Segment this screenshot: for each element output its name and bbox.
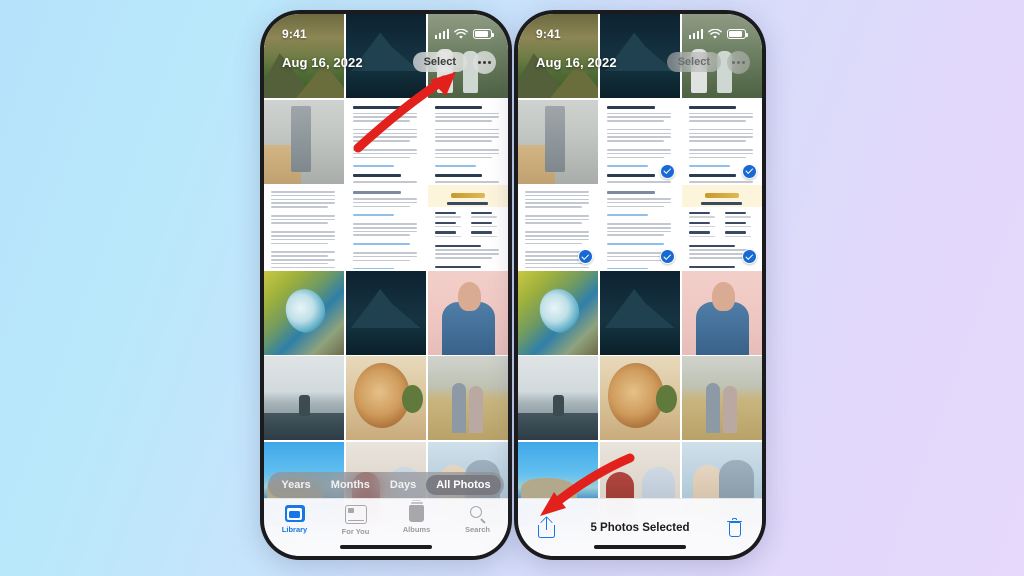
trash-icon[interactable] [727,517,742,537]
segment-years[interactable]: Years [271,475,320,495]
albums-icon [409,499,424,522]
phone-after: 9:41 Aug 16, 2022 Select 5 Photos Select… [514,10,766,560]
tab-library[interactable]: Library [264,505,325,534]
segment-all-photos[interactable]: All Photos [426,475,501,495]
screenshot-contract[interactable] [681,185,762,269]
photo-kitchen-intruder[interactable] [518,99,599,184]
photo-sunset-mountain[interactable] [518,14,599,98]
photo-hot-spring[interactable] [518,270,599,355]
segment-months[interactable]: Months [321,475,380,495]
selection-checkmark-icon[interactable] [660,163,676,179]
photo-starry-lake[interactable] [599,270,681,355]
tab-for-you[interactable]: For You [325,505,386,536]
screenshot-article-2[interactable] [681,99,762,184]
tab-for-you-label: For You [341,527,370,536]
phone-after-screen: 9:41 Aug 16, 2022 Select 5 Photos Select… [518,14,762,556]
tab-search-label: Search [464,525,491,534]
photo-starry-lake[interactable] [345,270,427,355]
selection-checkmark-icon[interactable] [742,249,757,264]
photo-grid-after[interactable] [518,14,762,556]
tab-albums[interactable]: Albums [386,499,447,534]
screenshot-notes-page[interactable] [599,185,681,269]
screenshot-article-2[interactable] [427,99,508,184]
phone-before-screen: 9:41 Aug 16, 2022 Select Years Months Da… [264,14,508,556]
screenshot-article-1[interactable] [599,99,681,184]
photo-stone-cairn[interactable] [518,356,599,440]
phone-before: 9:41 Aug 16, 2022 Select Years Months Da… [260,10,512,560]
screenshot-notes-page[interactable] [345,185,427,269]
photo-library-icon [284,505,305,522]
header-actions: Select [412,50,496,74]
photo-food-platter[interactable] [599,356,681,440]
photo-couple-wheat[interactable] [681,356,762,440]
header-actions: Select [666,50,750,74]
more-options-icon[interactable] [473,50,496,74]
selection-checkmark-icon[interactable] [742,163,757,179]
photo-denim-portrait[interactable] [427,270,508,355]
select-button[interactable]: Select [412,51,467,73]
home-indicator [340,545,432,549]
screenshot-text-page[interactable] [264,185,345,269]
photo-hot-spring[interactable] [264,270,345,355]
photo-couple-wheat[interactable] [427,356,508,440]
segment-days[interactable]: Days [380,475,426,495]
photo-food-platter[interactable] [345,356,427,440]
for-you-icon [344,505,367,524]
tab-albums-label: Albums [402,525,431,534]
photo-stone-cairn[interactable] [264,356,345,440]
photo-denim-portrait[interactable] [681,270,762,355]
tab-library-label: Library [281,525,308,534]
home-indicator [594,545,686,549]
more-options-icon[interactable] [727,50,750,74]
screenshot-contract[interactable] [427,185,508,269]
tab-search[interactable]: Search [447,505,508,534]
share-icon[interactable] [538,515,555,538]
segmented-pill[interactable]: Years Months Days All Photos [268,472,504,498]
select-button[interactable]: Select [666,51,721,73]
search-icon [468,505,488,522]
timeline-segmented-control[interactable]: Years Months Days All Photos [264,472,508,498]
screenshot-text-page[interactable] [518,185,599,269]
photo-sunset-mountain[interactable] [264,14,345,98]
screenshot-article-1[interactable] [345,99,427,184]
photo-kitchen-intruder[interactable] [264,99,345,184]
